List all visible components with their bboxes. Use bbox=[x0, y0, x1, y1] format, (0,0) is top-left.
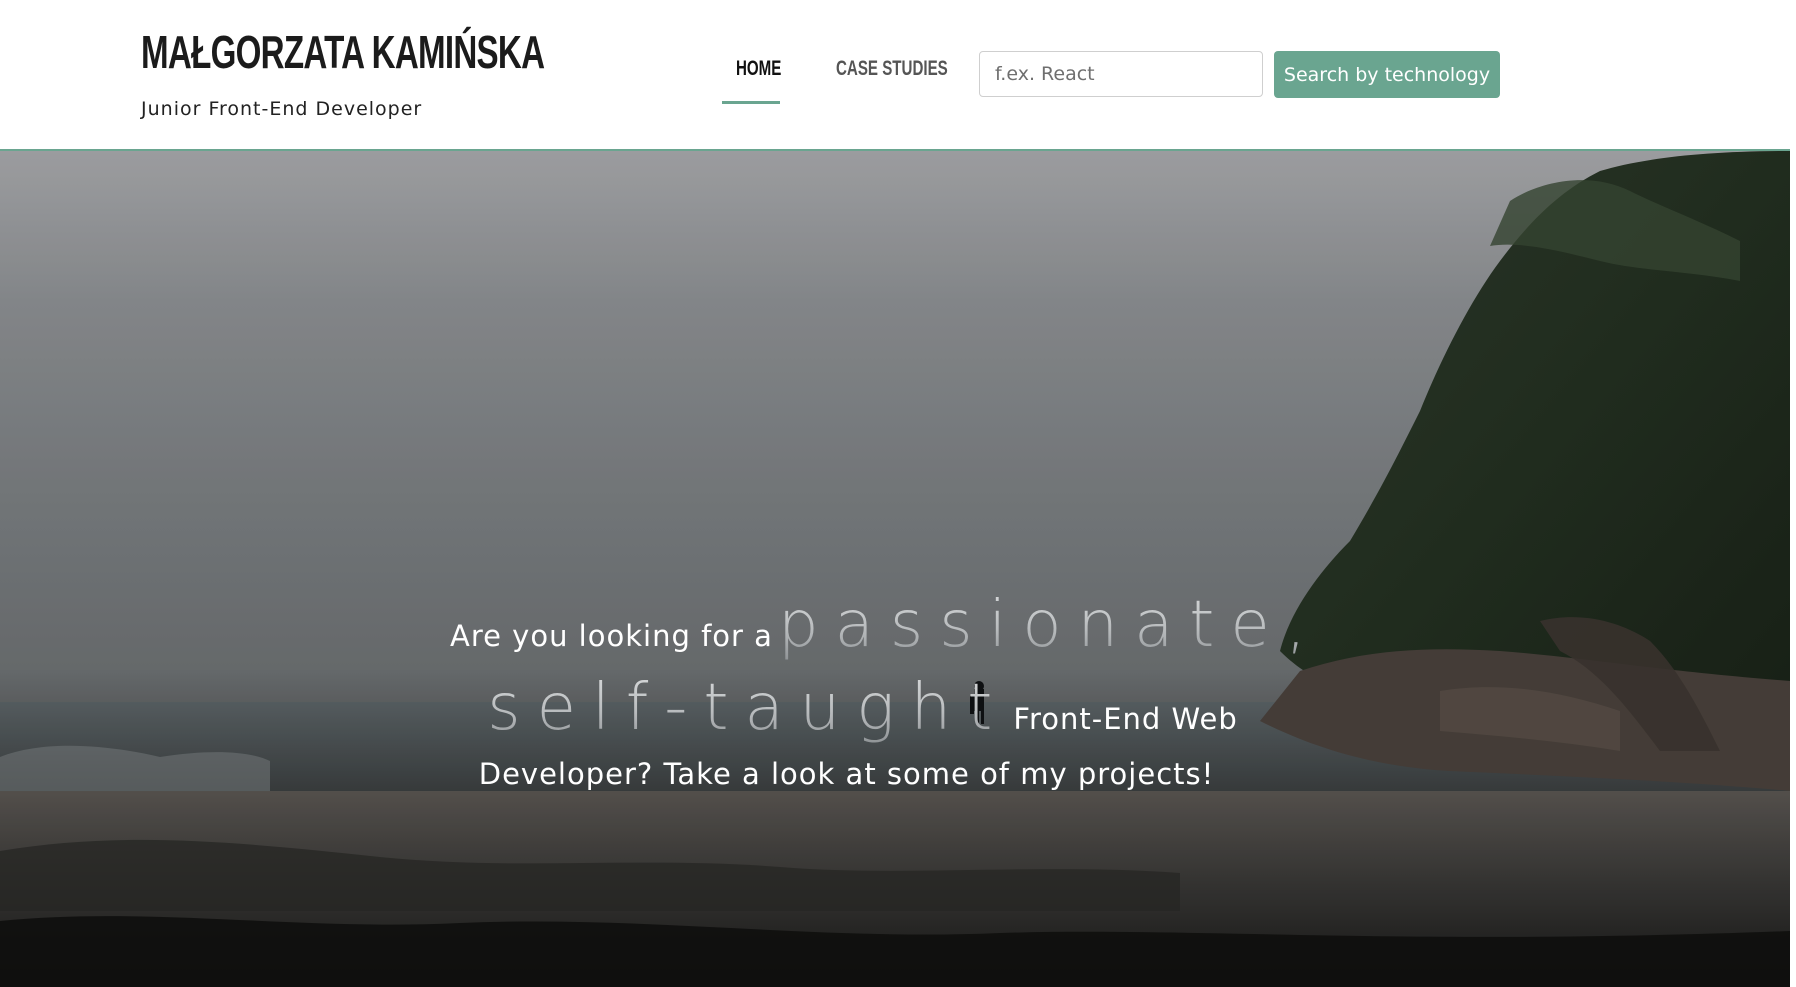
hero-text-cta: Developer? Take a look at some of my pro… bbox=[478, 757, 1215, 791]
hero-section: Are you looking for a passionate, self-t… bbox=[0, 151, 1790, 987]
active-nav-indicator bbox=[722, 101, 780, 104]
search-by-technology-button[interactable]: Search by technology bbox=[1274, 51, 1500, 98]
hero-line-3: Developer? Take a look at some of my pro… bbox=[433, 749, 1260, 799]
nav-link-home[interactable]: HOME bbox=[736, 54, 781, 84]
hero-line-1: Are you looking for a passionate, bbox=[450, 583, 1306, 667]
hero-emphasis-passionate: passionate, bbox=[778, 588, 1323, 662]
technology-search-input[interactable] bbox=[979, 51, 1263, 97]
site-subtitle: Junior Front-End Developer bbox=[141, 98, 423, 120]
hero-text-role: Front-End Web bbox=[1013, 702, 1238, 736]
nav-link-case-studies[interactable]: CASE STUDIES bbox=[836, 54, 948, 84]
hero-text-prefix: Are you looking for a bbox=[450, 619, 773, 653]
hero-headline: Are you looking for a passionate, self-t… bbox=[400, 583, 1306, 799]
site-title: MAŁGORZATA KAMIŃSKA bbox=[141, 26, 545, 78]
hero-dim-overlay bbox=[0, 151, 1790, 987]
hero-emphasis-self-taught: self-taught bbox=[487, 671, 1009, 745]
window-edge bbox=[1790, 0, 1796, 987]
site-header: MAŁGORZATA KAMIŃSKA Junior Front-End Dev… bbox=[0, 0, 1796, 149]
hero-line-2: self-taught Front-End Web bbox=[465, 667, 1260, 749]
